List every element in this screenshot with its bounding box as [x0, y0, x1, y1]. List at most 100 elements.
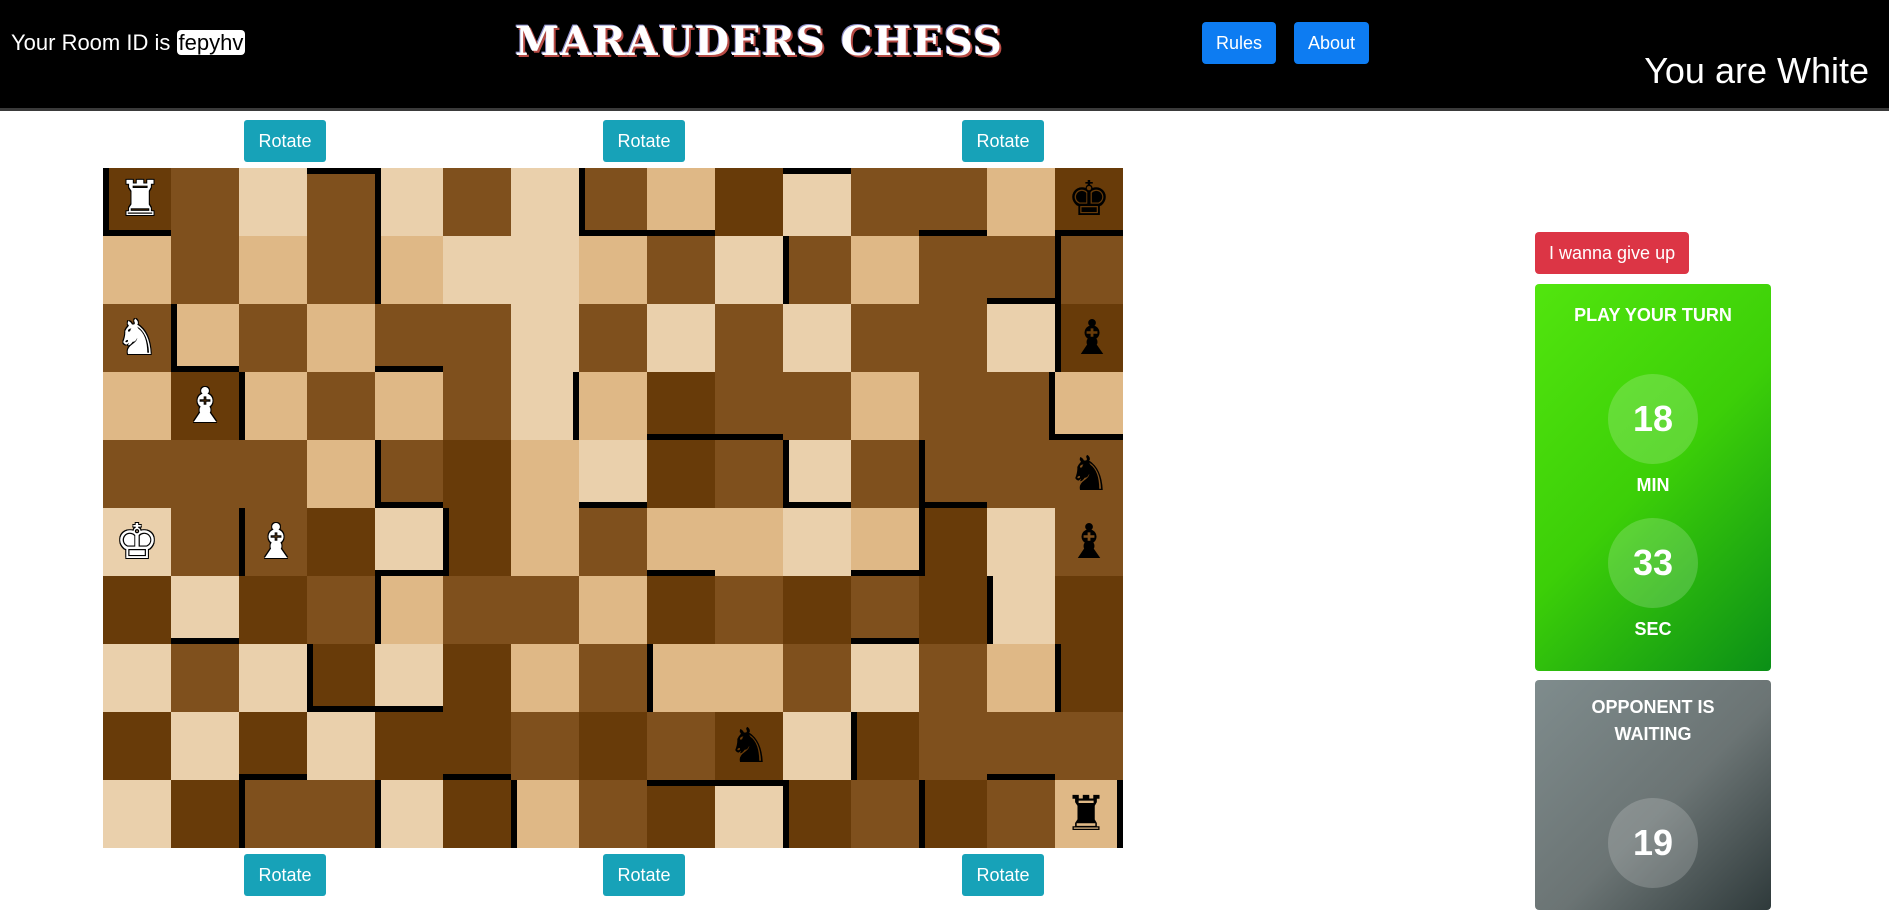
board-square[interactable] [307, 304, 375, 372]
board-square[interactable] [443, 780, 511, 848]
board-square[interactable] [511, 780, 579, 848]
board-square[interactable] [307, 644, 375, 712]
board-square[interactable] [579, 372, 647, 440]
board-square[interactable] [919, 780, 987, 848]
board-square[interactable] [579, 576, 647, 644]
board-square[interactable] [171, 712, 239, 780]
board-square[interactable] [239, 236, 307, 304]
board-square[interactable] [443, 644, 511, 712]
board-square[interactable] [239, 168, 307, 236]
board-square[interactable] [1055, 372, 1123, 440]
board-square[interactable] [919, 508, 987, 576]
board-square[interactable] [171, 644, 239, 712]
board-square[interactable] [375, 236, 443, 304]
black-king-piece[interactable]: ♚ [1067, 175, 1110, 223]
board-square[interactable] [239, 576, 307, 644]
board-square[interactable] [239, 304, 307, 372]
board-square[interactable] [783, 508, 851, 576]
board-square[interactable] [579, 644, 647, 712]
board-square[interactable] [171, 236, 239, 304]
board-square[interactable] [579, 304, 647, 372]
board-square[interactable] [103, 440, 171, 508]
board-square[interactable] [715, 780, 783, 848]
board-square[interactable] [715, 644, 783, 712]
board-square[interactable] [987, 780, 1055, 848]
board-square[interactable] [783, 576, 851, 644]
board-square[interactable] [579, 168, 647, 236]
board-square[interactable] [307, 712, 375, 780]
board-square[interactable] [511, 644, 579, 712]
rules-button[interactable]: Rules [1202, 22, 1277, 64]
board-square[interactable] [647, 508, 715, 576]
board-square[interactable] [579, 508, 647, 576]
board-square[interactable] [987, 236, 1055, 304]
board-square[interactable] [987, 304, 1055, 372]
give-up-button[interactable]: I wanna give up [1535, 232, 1690, 274]
board-square[interactable] [511, 712, 579, 780]
board-square[interactable] [171, 508, 239, 576]
board-square[interactable] [103, 372, 171, 440]
board-square[interactable] [783, 168, 851, 236]
board-square[interactable] [239, 372, 307, 440]
board-square[interactable] [307, 168, 375, 236]
board-square[interactable] [715, 236, 783, 304]
board-square[interactable] [783, 372, 851, 440]
board-square[interactable] [647, 712, 715, 780]
board-square[interactable] [443, 168, 511, 236]
board-square[interactable] [783, 780, 851, 848]
black-bishop-piece[interactable]: ♝ [1070, 314, 1113, 362]
board-square[interactable] [375, 644, 443, 712]
board-square[interactable]: ♝ [239, 508, 307, 576]
board-square[interactable] [851, 372, 919, 440]
white-rook-piece[interactable]: ♜ [118, 175, 161, 223]
board-square[interactable] [851, 576, 919, 644]
board-square[interactable] [171, 576, 239, 644]
board-square[interactable] [715, 508, 783, 576]
board-square[interactable] [307, 780, 375, 848]
board-square[interactable] [171, 168, 239, 236]
board-square[interactable] [239, 644, 307, 712]
board-square[interactable] [851, 440, 919, 508]
board-square[interactable] [715, 576, 783, 644]
board-square[interactable] [647, 168, 715, 236]
board-square[interactable] [647, 576, 715, 644]
board-square[interactable] [919, 168, 987, 236]
board-square[interactable] [511, 168, 579, 236]
board-square[interactable] [103, 576, 171, 644]
board-square[interactable] [851, 236, 919, 304]
board-square[interactable] [1055, 576, 1123, 644]
board-square[interactable] [307, 372, 375, 440]
board-square[interactable] [851, 508, 919, 576]
board-square[interactable] [511, 576, 579, 644]
rotate-button-bottom-center[interactable]: Rotate [603, 854, 685, 896]
white-bishop-piece[interactable]: ♝ [183, 382, 226, 430]
board-square[interactable] [239, 440, 307, 508]
board-square[interactable] [783, 236, 851, 304]
board-square[interactable] [851, 644, 919, 712]
board-square[interactable] [919, 236, 987, 304]
white-king-piece[interactable]: ♚ [115, 518, 158, 566]
board-square[interactable] [103, 236, 171, 304]
board-square[interactable] [511, 508, 579, 576]
board-square[interactable] [851, 168, 919, 236]
board-square[interactable] [103, 780, 171, 848]
board-square[interactable] [919, 712, 987, 780]
board-square[interactable] [375, 712, 443, 780]
board-square[interactable] [103, 644, 171, 712]
board-square[interactable] [511, 236, 579, 304]
board-square[interactable] [579, 780, 647, 848]
board-square[interactable] [443, 304, 511, 372]
board-square[interactable] [375, 372, 443, 440]
board-square[interactable] [1055, 644, 1123, 712]
board-square[interactable] [511, 372, 579, 440]
board-square[interactable] [783, 644, 851, 712]
board-square[interactable] [443, 712, 511, 780]
board-square[interactable] [987, 712, 1055, 780]
board-square[interactable] [987, 508, 1055, 576]
board-square[interactable] [443, 372, 511, 440]
board-square[interactable] [647, 236, 715, 304]
board-square[interactable]: ♝ [171, 372, 239, 440]
board-square[interactable] [715, 440, 783, 508]
board-square[interactable] [511, 304, 579, 372]
board-square[interactable] [783, 440, 851, 508]
